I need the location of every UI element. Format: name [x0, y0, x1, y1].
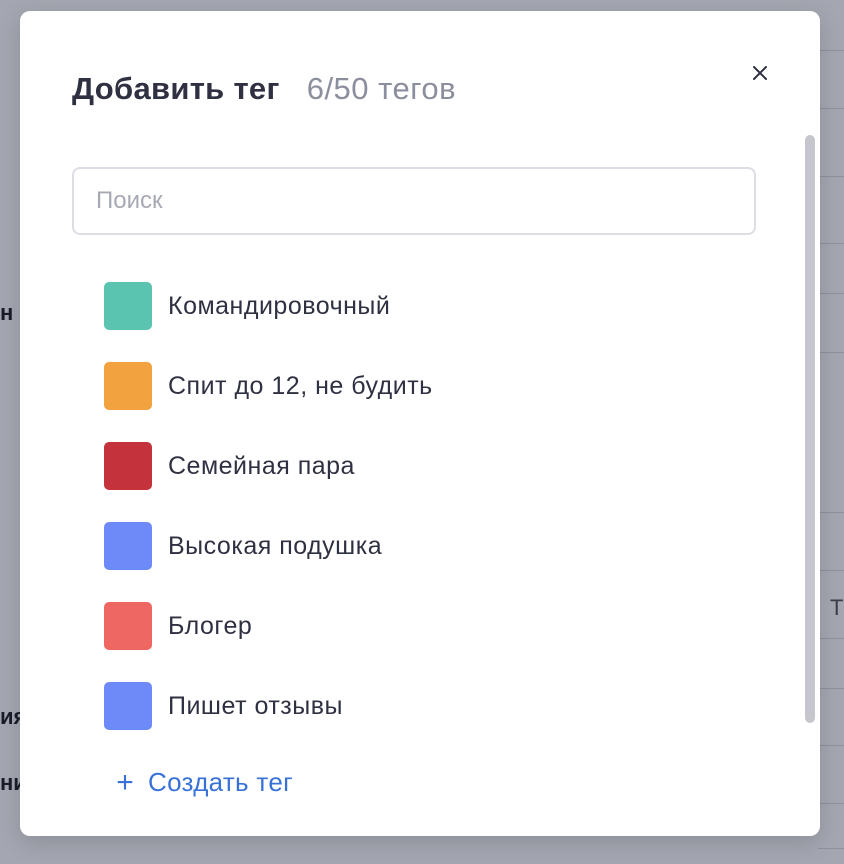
background-divider — [818, 352, 844, 353]
tag-label: Командировочный — [168, 291, 391, 320]
tag-color-swatch — [104, 682, 152, 730]
tag-label: Блогер — [168, 611, 253, 640]
close-icon — [753, 66, 767, 80]
tag-label: Спит до 12, не будить — [168, 371, 433, 400]
scrollbar-thumb[interactable] — [805, 135, 815, 723]
background-divider — [818, 848, 844, 849]
modal-title: Добавить тег — [72, 71, 280, 106]
tag-color-swatch — [104, 282, 152, 330]
close-button[interactable] — [748, 61, 772, 85]
background-divider — [818, 293, 844, 294]
plus-icon: + — [116, 765, 134, 799]
scrollbar[interactable] — [805, 135, 815, 723]
tag-label: Высокая подушка — [168, 531, 383, 560]
tag-label: Пишет отзывы — [168, 691, 343, 720]
modal-header: Добавить тег 6/50 тегов — [72, 71, 456, 107]
background-divider — [818, 108, 844, 109]
tag-item[interactable]: Командировочный — [104, 282, 433, 330]
tag-label: Семейная пара — [168, 451, 355, 480]
add-tag-modal: Добавить тег 6/50 тегов Командировочный С… — [20, 11, 820, 836]
background-divider — [818, 803, 844, 804]
background-divider — [818, 688, 844, 689]
search-input[interactable] — [72, 167, 756, 235]
create-tag-button[interactable]: + Создать тег — [116, 767, 293, 798]
tag-item[interactable]: Спит до 12, не будить — [104, 362, 433, 410]
tag-color-swatch — [104, 522, 152, 570]
background-divider — [818, 243, 844, 244]
tag-item[interactable]: Высокая подушка — [104, 522, 433, 570]
tag-item[interactable]: Семейная пара — [104, 442, 433, 490]
background-text: Т — [830, 595, 844, 620]
tag-color-swatch — [104, 602, 152, 650]
tag-item[interactable]: Блогер — [104, 602, 433, 650]
background-text: н — [0, 300, 14, 325]
background-divider — [818, 638, 844, 639]
background-divider — [818, 745, 844, 746]
tag-color-swatch — [104, 442, 152, 490]
tag-color-swatch — [104, 362, 152, 410]
background-divider — [818, 176, 844, 177]
background-divider — [818, 50, 844, 51]
tag-item[interactable]: Пишет отзывы — [104, 682, 433, 730]
background-divider — [818, 512, 844, 513]
tag-count: 6/50 тегов — [306, 71, 457, 106]
background-divider — [818, 570, 844, 571]
create-tag-label: Создать тег — [148, 767, 293, 797]
tag-list: Командировочный Спит до 12, не будить Семе… — [104, 282, 433, 762]
